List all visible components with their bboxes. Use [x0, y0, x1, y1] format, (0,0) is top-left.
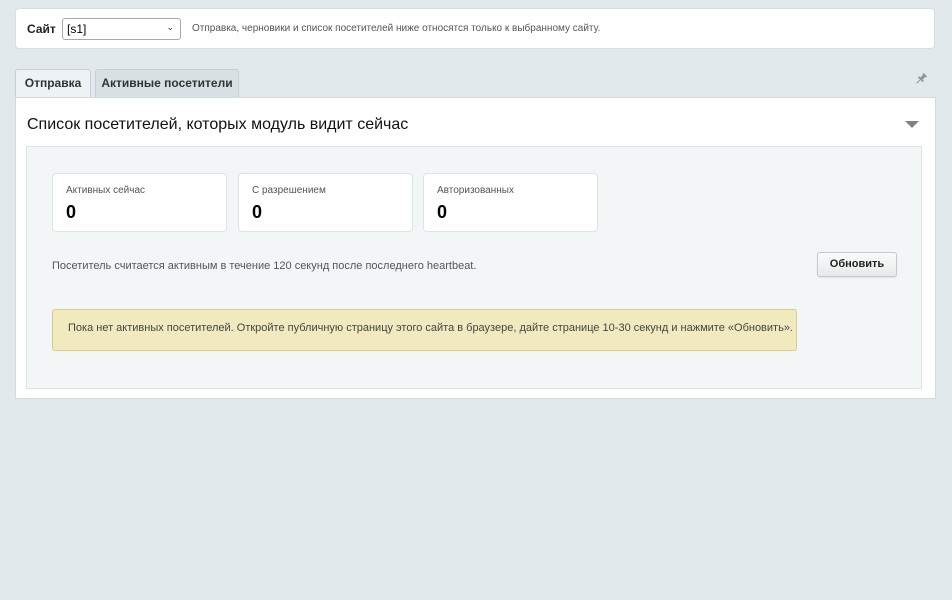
stat-value: 0 [252, 202, 263, 222]
stat-label: Авторизованных [437, 185, 514, 196]
stat-card-permitted: С разрешением 0 [238, 173, 413, 232]
panel-title: Список посетителей, которых модуль видит… [27, 116, 409, 133]
tab-active-visitors[interactable]: Активные посетители [95, 69, 239, 97]
tab-send[interactable]: Отправка [15, 69, 91, 97]
stat-label: С разрешением [252, 185, 326, 196]
stat-card-authorized: Авторизованных 0 [423, 173, 598, 232]
refresh-button[interactable]: Обновить [817, 252, 897, 277]
chevron-down-icon: ⌄ [166, 22, 174, 32]
site-hint: Отправка, черновики и список посетителей… [192, 23, 601, 34]
site-select[interactable]: [s1] ⌄ [62, 18, 181, 40]
site-select-value: [s1] [67, 22, 87, 36]
visitors-panel: Список посетителей, которых модуль видит… [15, 97, 936, 399]
empty-state-alert: Пока нет активных посетителей. Откройте … [52, 309, 797, 351]
stat-card-active: Активных сейчас 0 [52, 173, 227, 232]
stat-label: Активных сейчас [66, 185, 146, 196]
panel-body: Активных сейчас 0 С разрешением 0 Автори… [26, 146, 922, 389]
site-label: Сайт [27, 22, 56, 36]
site-bar: Сайт [s1] ⌄ Отправка, черновики и список… [15, 8, 935, 49]
stat-value: 0 [437, 202, 448, 222]
pin-icon[interactable] [914, 72, 928, 86]
chevron-down-icon[interactable] [905, 121, 919, 128]
activity-note: Посетитель считается активным в течение … [52, 260, 477, 272]
stat-value: 0 [66, 202, 77, 222]
